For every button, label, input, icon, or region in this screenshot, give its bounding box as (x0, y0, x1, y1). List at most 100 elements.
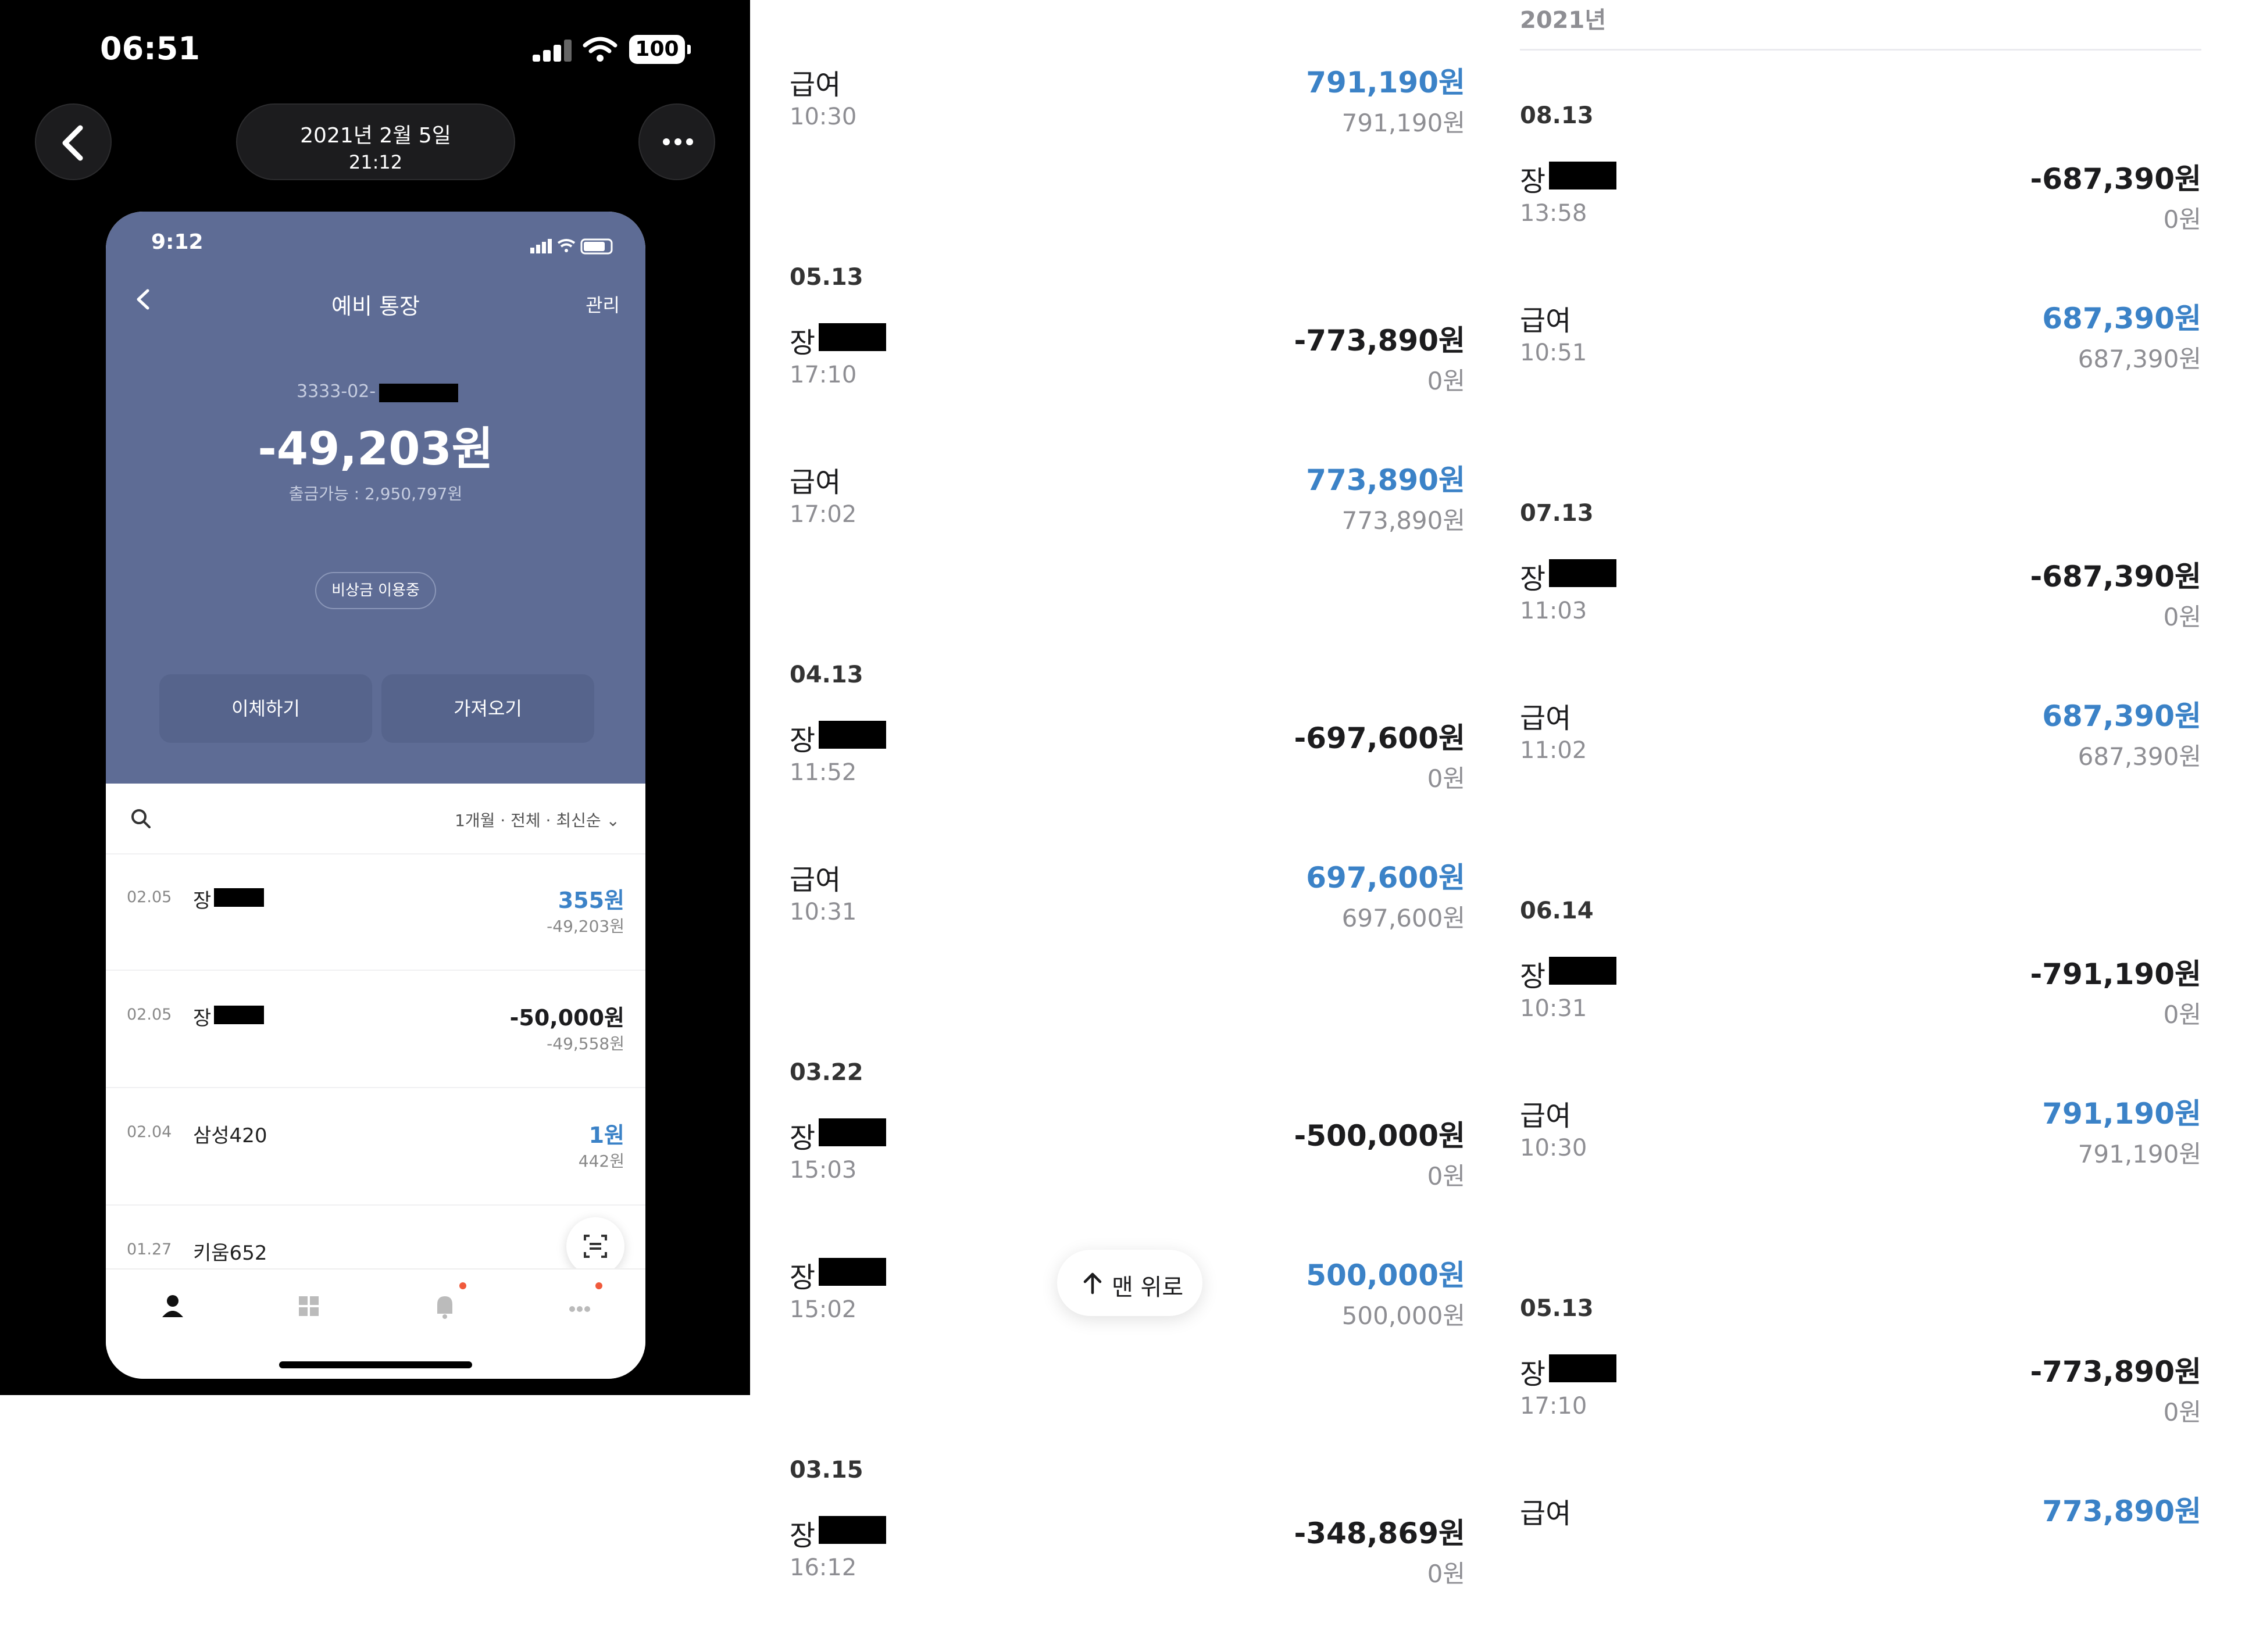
phone-transaction-row[interactable]: 02.04 삼성420 1원 442원 (106, 1088, 645, 1206)
filter-dropdown[interactable]: 1개월 · 전체 · 최신순 ⌄ (455, 808, 620, 831)
transaction-name: 키움652 (193, 1242, 267, 1265)
ellipsis-icon (663, 138, 693, 145)
balance-after: 0원 (1427, 1162, 1465, 1190)
section-date: 08.13 (1520, 102, 1594, 129)
transaction-name: 급여 (790, 69, 841, 101)
more-button[interactable] (638, 103, 715, 180)
transaction-name: 급여 (790, 864, 841, 896)
transaction-name: 장 (193, 889, 212, 913)
chevron-down-icon: ⌄ (606, 811, 620, 830)
redaction-bar (214, 888, 264, 907)
emergency-fund-badge[interactable]: 비상금 이용중 (315, 572, 436, 609)
balance-after: 687,390원 (2078, 742, 2201, 771)
redaction-bar (214, 1006, 264, 1024)
balance-after: 791,190원 (2078, 1140, 2201, 1168)
transaction-item[interactable]: 장 10:31 -791,190원 0원 (1520, 953, 2201, 1093)
grid-icon[interactable] (288, 1286, 329, 1326)
transaction-name: 장 (193, 1007, 212, 1030)
transaction-name: 급여 (1520, 305, 1572, 337)
transaction-column-1: 급여 10:30 791,190원 791,190원 05.13 장 17:10 -773,8… (750, 0, 1486, 1588)
date-info-pill[interactable]: 2021년 2월 5일 21:12 (236, 103, 515, 180)
scan-button[interactable] (566, 1217, 624, 1275)
transaction-amount: 687,390원 (2042, 302, 2201, 335)
phone-status-icons (530, 238, 613, 255)
person-icon[interactable] (152, 1286, 193, 1326)
transaction-amount: 687,390원 (2042, 699, 2201, 733)
balance-after: 687,390원 (2078, 345, 2201, 373)
transaction-item[interactable]: 장 13:58 -687,390원 0원 (1520, 158, 2201, 298)
balance-after: 697,600원 (1341, 904, 1465, 932)
transaction-name: 삼성420 (193, 1124, 267, 1147)
more-notification-dot (595, 1282, 602, 1289)
bell-icon[interactable] (424, 1286, 465, 1326)
balance-after: 773,890원 (1341, 506, 1465, 535)
transaction-amount: 697,600원 (1306, 861, 1465, 895)
transaction-item[interactable]: 급여 10:31 697,600원 697,600원 (790, 857, 1465, 996)
import-button[interactable]: 가져오기 (381, 674, 594, 743)
transaction-time: 10:30 (1520, 1135, 1587, 1161)
transaction-time: 17:10 (1520, 1393, 1587, 1419)
transaction-time: 15:03 (790, 1157, 857, 1183)
transaction-column-2: 08.13 장 13:58 -687,390원 0원 급여 10:51 687,390원 687… (1486, 0, 2263, 1530)
photo-date: 2021년 2월 5일 (300, 124, 451, 148)
transaction-item[interactable]: 장 11:03 -687,390원 0원 (1520, 556, 2201, 695)
status-bar: 06:51 100 (0, 0, 750, 105)
transaction-time: 11:03 (1520, 598, 1587, 624)
cellular-signal-icon (533, 38, 573, 62)
balance-after: 0원 (1427, 764, 1465, 793)
more-dots-icon[interactable] (559, 1286, 600, 1326)
balance-after: 0원 (1427, 367, 1465, 395)
section-date: 05.13 (790, 264, 863, 291)
transaction-amount: -773,890원 (1294, 324, 1466, 357)
transaction-item[interactable]: 급여 17:02 773,890원 773,890원 (790, 459, 1465, 599)
balance-after: 791,190원 (1341, 109, 1465, 137)
balance-after: 0원 (2163, 1398, 2201, 1426)
section-date: 03.22 (790, 1059, 863, 1086)
transaction-item[interactable]: 장 11:52 -697,600원 0원 (790, 717, 1465, 857)
section-date: 04.13 (790, 661, 863, 688)
transaction-amount: 355원 (558, 888, 624, 913)
account-number: 3333-02- (297, 381, 376, 402)
battery-icon: 100 (629, 35, 691, 64)
transaction-name: 장 (790, 724, 816, 757)
transaction-amount: 500,000원 (1306, 1258, 1465, 1292)
transaction-item[interactable]: 장 17:10 -773,890원 0원 (790, 320, 1465, 459)
transaction-item[interactable]: 장 16:12 -348,869원 0원 (790, 1512, 1465, 1652)
redaction-bar (819, 721, 886, 749)
phone-transaction-row[interactable]: 02.05 장 355원 -49,203원 (106, 853, 645, 971)
transaction-item[interactable]: 장 15:03 -500,000원 0원 (790, 1115, 1465, 1254)
chevron-left-icon (62, 125, 83, 161)
search-icon[interactable] (129, 807, 152, 830)
account-header: 9:12 예비 통장 관리 3333-02- -49,203원 출금가능 : 2… (106, 212, 645, 784)
transaction-item[interactable]: 급여 10:51 687,390원 687,390원 (1520, 298, 2201, 437)
balance-after: -49,203원 (547, 917, 624, 936)
transaction-amount: -773,890원 (2030, 1355, 2202, 1389)
transaction-item[interactable]: 급여 11:02 687,390원 687,390원 (1520, 695, 2201, 835)
transaction-item[interactable]: 급여 773,890원 (1520, 1490, 2201, 1630)
back-button[interactable] (35, 103, 112, 180)
transaction-item[interactable]: 급여 10:30 791,190원 791,190원 (1520, 1093, 2201, 1232)
transfer-button[interactable]: 이체하기 (159, 674, 372, 743)
section-date: 05.13 (1520, 1295, 1594, 1322)
transaction-time: 17:10 (790, 362, 857, 388)
manage-button[interactable]: 관리 (586, 291, 620, 317)
scroll-to-top-button[interactable]: 맨 위로 (1057, 1250, 1202, 1316)
transaction-name: 장 (790, 1261, 816, 1294)
transaction-name: 장 (790, 1122, 816, 1154)
phone-transaction-row[interactable]: 02.05 장 -50,000원 -49,558원 (106, 971, 645, 1088)
transaction-item[interactable]: 장 17:10 -773,890원 0원 (1520, 1351, 2201, 1490)
section-date: 03.15 (790, 1457, 863, 1483)
transaction-amount: 773,890원 (1306, 463, 1465, 497)
transaction-time: 10:31 (1520, 995, 1587, 1022)
balance-after: 0원 (2163, 1000, 2201, 1029)
transaction-item[interactable]: 급여 10:30 791,190원 791,190원 (790, 62, 1465, 201)
transaction-amount: -697,600원 (1294, 721, 1466, 755)
transaction-date: 02.05 (127, 1006, 172, 1024)
redaction-bar (819, 1118, 886, 1146)
transaction-time: 13:58 (1520, 200, 1587, 227)
transaction-name: 급여 (1520, 702, 1572, 735)
transaction-time: 15:02 (790, 1296, 857, 1323)
phone-status-time: 9:12 (151, 230, 204, 254)
transaction-time: 10:31 (790, 899, 857, 925)
transaction-amount: -348,869원 (1294, 1517, 1466, 1550)
